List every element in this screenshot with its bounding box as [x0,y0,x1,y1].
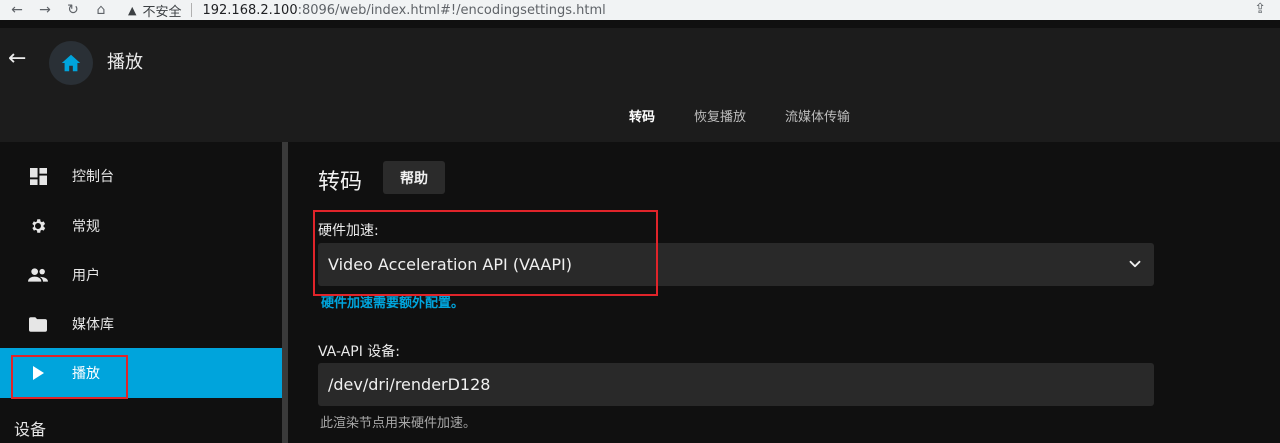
address-bar[interactable]: ▲ 不安全 192.168.2.100:8096/web/index.html#… [128,1,606,20]
hw-accel-config-link[interactable]: 硬件加速需要额外配置。 [321,292,464,311]
dashboard-icon [28,166,48,186]
home-button[interactable] [49,41,93,85]
browser-forward-icon[interactable]: → [34,0,56,20]
sidebar-item-general[interactable]: 常规 [0,201,282,251]
sidebar-item-playback[interactable]: 播放 [0,348,282,398]
url-host: 192.168.2.100 [202,2,298,18]
browser-reload-icon[interactable]: ↻ [62,0,84,20]
chevron-down-icon [1129,260,1141,268]
users-icon [28,265,48,285]
sidebar-item-label: 常规 [72,219,100,235]
gear-icon [28,216,48,236]
hw-accel-label: 硬件加速: [318,223,379,239]
insecure-label: 不安全 [142,4,182,20]
main-content: 转码 帮助 硬件加速: Video Acceleration API (VAAP… [288,142,1280,443]
warning-icon: ▲ [128,3,137,17]
browser-back-icon[interactable]: ← [6,0,28,20]
header-title: 播放 [107,52,143,73]
sidebar-item-label: 控制台 [72,169,114,185]
hw-accel-value: Video Acceleration API (VAAPI) [328,255,572,274]
browser-home-icon[interactable]: ⌂ [90,0,112,20]
browser-toolbar: ← → ↻ ⌂ ▲ 不安全 192.168.2.100:8096/web/ind… [0,0,1280,20]
back-arrow-icon[interactable]: ← [8,46,26,71]
tab-resume[interactable]: 恢复播放 [694,106,746,125]
help-button[interactable]: 帮助 [383,161,445,194]
sidebar: 控制台 常规 用户 媒体库 播放 设备 [0,142,282,443]
hw-accel-select[interactable]: Video Acceleration API (VAAPI) [318,243,1154,286]
app-header: ← 播放 转码 恢复播放 流媒体传输 [0,28,1280,142]
tab-transcoding[interactable]: 转码 [629,106,655,125]
folder-icon [28,314,48,334]
sidebar-item-library[interactable]: 媒体库 [0,299,282,349]
sidebar-item-label: 用户 [72,268,100,284]
url-path: :8096/web/index.html#!/encodingsettings.… [297,2,606,18]
vaapi-device-hint: 此渲染节点用来硬件加速。 [320,416,477,431]
vaapi-device-label: VA-API 设备: [318,344,401,360]
home-icon [61,54,81,72]
play-icon [28,363,48,383]
tab-bar: 转码 恢复播放 流媒体传输 [0,106,1280,126]
address-separator [191,3,193,17]
sidebar-item-dashboard[interactable]: 控制台 [0,151,282,201]
sidebar-item-users[interactable]: 用户 [0,250,282,300]
sidebar-item-label: 媒体库 [72,317,114,333]
vaapi-device-input[interactable] [318,363,1154,406]
sidebar-section-devices: 设备 [14,420,47,439]
share-icon[interactable]: ⇪ [1254,1,1266,17]
tab-streaming[interactable]: 流媒体传输 [785,106,850,125]
page-title: 转码 [318,170,363,195]
sidebar-item-label: 播放 [72,366,100,382]
